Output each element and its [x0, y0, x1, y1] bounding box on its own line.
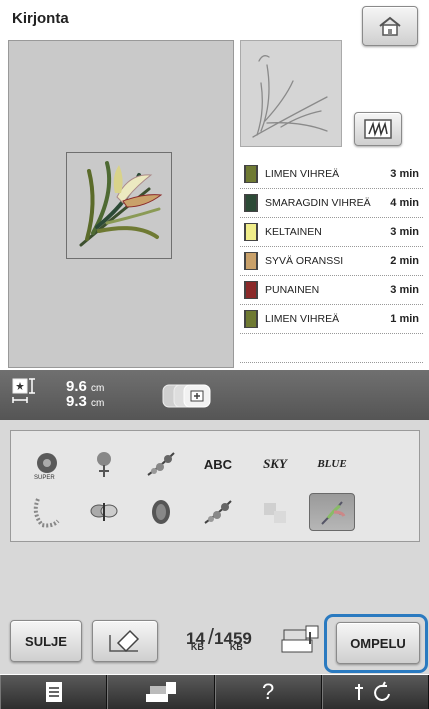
- pattern-tile-blue[interactable]: BLUE: [309, 445, 355, 483]
- thread-time: 4 min: [390, 197, 419, 209]
- close-button[interactable]: SULJE: [10, 620, 82, 662]
- thread-color-name: LIMEN VIHREÄ: [265, 168, 340, 180]
- page-icon: [45, 682, 62, 702]
- flower-pattern-icon: SUPER: [34, 453, 57, 481]
- thread-color-swatch: [244, 252, 258, 270]
- needle-rotate-icon: [355, 681, 391, 701]
- thread-color-list: LIMEN VIHREÄ 3 min SMARAGDIN VIHREÄ 4 mi…: [240, 160, 423, 365]
- taskbar-help-button[interactable]: ?: [214, 675, 322, 709]
- thread-row: SMARAGDIN VIHREÄ 4 min: [240, 189, 423, 218]
- pattern-tile-lace[interactable]: [24, 493, 70, 531]
- thread-color-name: SMARAGDIN VIHREÄ: [265, 197, 371, 209]
- pattern-tile-oval-medallion[interactable]: [138, 493, 184, 531]
- thread-row: LIMEN VIHREÄ 1 min: [240, 305, 423, 334]
- thread-color-swatch: [244, 281, 258, 299]
- machine-icon: [145, 682, 176, 702]
- pattern-tile-leaf-branch-2[interactable]: [195, 493, 241, 531]
- pattern-tile-butterfly[interactable]: [81, 493, 127, 531]
- pattern-tile-selected[interactable]: [309, 493, 355, 531]
- memory-used-unit: KB: [190, 642, 204, 652]
- rose-pattern-icon: [97, 452, 111, 477]
- thread-color-swatch: [244, 194, 258, 212]
- thread-time: 3 min: [390, 226, 419, 238]
- leaf-branch-pattern-icon: [204, 500, 232, 524]
- taskbar-page-button[interactable]: [0, 675, 108, 709]
- pattern-tile-sky[interactable]: SKY: [252, 445, 298, 483]
- pattern-tile-label: SKY: [263, 456, 287, 471]
- delete-pattern-button[interactable]: [92, 620, 158, 662]
- width-value: 9.3: [66, 393, 87, 410]
- thread-row: SYVÄ ORANSSI 2 min: [240, 247, 423, 276]
- thread-color-name: KELTAINEN: [265, 226, 322, 238]
- thread-row: KELTAINEN 3 min: [240, 218, 423, 247]
- thread-row: PUNAINEN 3 min: [240, 276, 423, 305]
- embroidery-machine-icon: [280, 622, 320, 658]
- pattern-tile-label: ABC: [203, 456, 233, 472]
- butterfly-pattern-icon: [90, 503, 118, 521]
- thread-color-swatch: [244, 165, 258, 183]
- size-icon: [12, 378, 36, 403]
- pattern-tile-puzzle[interactable]: [252, 493, 298, 531]
- oval-medallion-pattern-icon: [152, 500, 170, 524]
- pattern-tile-abc[interactable]: ABC: [195, 445, 241, 483]
- taskbar-needle-button[interactable]: [321, 675, 429, 709]
- lace-pattern-icon: [33, 498, 60, 528]
- thread-time: 3 min: [390, 284, 419, 296]
- screen-title: Kirjonta: [12, 10, 69, 27]
- pattern-tile-rose[interactable]: [81, 445, 127, 483]
- thread-time: 2 min: [390, 255, 419, 267]
- svg-text:SUPER: SUPER: [34, 475, 55, 481]
- thread-color-name: PUNAINEN: [265, 284, 320, 296]
- pattern-tile-label: BLUE: [317, 458, 347, 470]
- selected-pattern-icon: [321, 501, 346, 525]
- thread-row-empty: [240, 334, 423, 363]
- hoop-size-icon: [162, 383, 228, 409]
- thread-color-name: SYVÄ ORANSSI: [265, 255, 344, 267]
- thread-color-swatch: [244, 310, 258, 328]
- pattern-tile-leaf-branch[interactable]: [138, 445, 184, 483]
- taskbar: ?: [0, 675, 429, 709]
- stitch-view-icon: [364, 119, 392, 139]
- design-preview-icon: [79, 161, 163, 247]
- eraser-icon: [109, 629, 140, 653]
- pattern-tile-flower[interactable]: SUPER: [24, 445, 70, 483]
- home-button[interactable]: [362, 6, 418, 46]
- pattern-panel: SUPER ABC SKY BLUE: [10, 430, 420, 542]
- thread-color-swatch: [244, 223, 258, 241]
- memory-total-unit: KB: [229, 642, 243, 652]
- preview-outline-icon: [252, 55, 328, 138]
- width-unit: cm: [91, 398, 105, 409]
- taskbar-machine-button[interactable]: [107, 675, 215, 709]
- thread-time: 1 min: [390, 313, 419, 325]
- thread-color-name: LIMEN VIHREÄ: [265, 313, 340, 325]
- stitch-preview: [240, 40, 342, 147]
- home-icon: [379, 16, 401, 36]
- design-area[interactable]: [66, 152, 172, 259]
- puzzle-pattern-icon: [264, 503, 286, 523]
- memory-usage: 14KB/1459KB: [186, 624, 252, 652]
- design-width: 9.3 cm: [66, 393, 104, 410]
- thread-row: LIMEN VIHREÄ 3 min: [240, 160, 423, 189]
- thread-time: 3 min: [390, 168, 419, 180]
- sew-button[interactable]: OMPELU: [336, 622, 420, 664]
- magnify-button[interactable]: [354, 112, 402, 146]
- leaf-branch-pattern-icon: [147, 452, 175, 476]
